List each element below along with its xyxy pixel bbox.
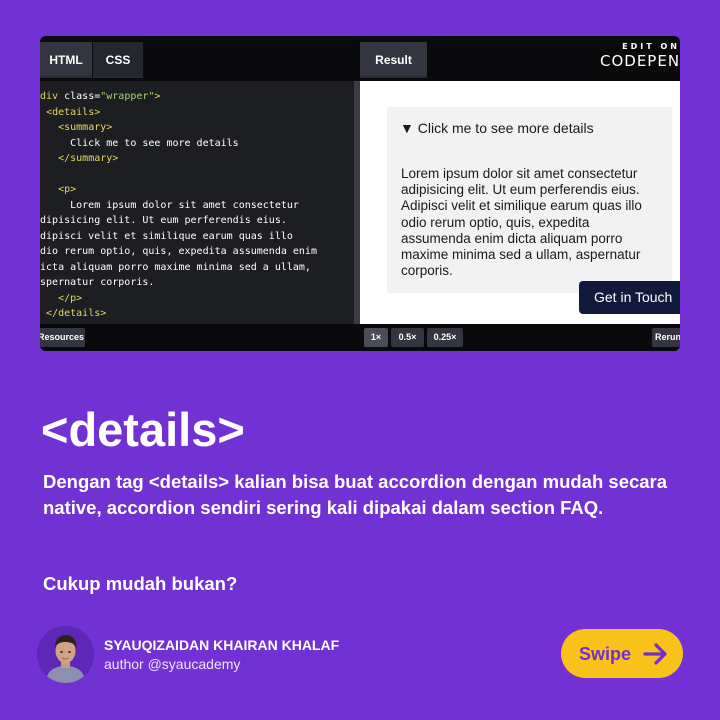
code-token: aspernatur corporis. [40, 277, 155, 288]
codepen-logo[interactable]: EDIT ON CODEPEN [598, 42, 680, 72]
code-token: > [154, 91, 161, 102]
html-code: <div class="wrapper"> <details> <summary… [40, 89, 317, 322]
code-line: <div class="wrapper"> [40, 89, 317, 105]
code-line: odio rerum optio, quis, expedita assumen… [40, 244, 317, 260]
code-line: Adipisci velit et similique earum quas i… [40, 229, 317, 245]
code-line: <summary> [40, 120, 317, 136]
code-token: </summary> [58, 153, 119, 164]
code-token: <details> [46, 106, 101, 118]
code-line: </details> [40, 306, 317, 322]
swipe-button[interactable]: Swipe [561, 629, 683, 678]
swipe-label: Swipe [579, 644, 632, 664]
codepen-embed: HTML CSS Result EDIT ON CODEPEN <div cla… [40, 36, 680, 351]
code-token: Lorem ipsum dolor sit amet consectetur [40, 199, 299, 211]
code-line: Click me to see more details [40, 136, 317, 152]
description: Dengan tag <details> kalian bisa buat ac… [43, 471, 668, 518]
author-handle: author @syaucademy [104, 656, 241, 672]
code-token: </p> [58, 292, 83, 304]
code-token: odio rerum optio, quis, expedita assumen… [40, 246, 317, 257]
html-code-pane[interactable]: <div class="wrapper"> <details> <summary… [40, 81, 354, 324]
details-paragraph: Lorem ipsum dolor sit amet consectetur a… [401, 166, 642, 279]
code-token: <summary> [58, 122, 113, 133]
avatar [37, 626, 94, 683]
zoom-half-button[interactable]: 0.5× [391, 328, 424, 347]
headline: <details> [41, 403, 245, 456]
code-token: <p> [58, 184, 77, 195]
code-line: Lorem ipsum dolor sit amet consectetur [40, 198, 317, 214]
code-line: adipisicing elit. Ut eum perferendis eiu… [40, 213, 317, 229]
code-token: class= [64, 91, 101, 102]
code-token: </details> [46, 308, 107, 319]
editor-topbar: HTML CSS Result EDIT ON CODEPEN [40, 36, 680, 81]
result-pane: ▼ Click me to see more details Lorem ips… [360, 81, 680, 324]
avatar-portrait-icon [37, 626, 94, 683]
code-line: <p> [40, 182, 317, 198]
code-line: </summary> [40, 151, 317, 167]
zoom-1x-button[interactable]: 1× [364, 328, 388, 347]
get-in-touch-button[interactable]: Get in Touch [579, 281, 680, 314]
editor-footer: Resources 1× 0.5× 0.25× Rerun [40, 324, 680, 351]
question: Cukup mudah bukan? [43, 573, 238, 594]
code-token: adipisicing elit. Ut eum perferendis eiu… [40, 215, 287, 226]
code-line: dicta aliquam porro maxime minima sed a … [40, 260, 317, 276]
code-line: aspernatur corporis. [40, 275, 317, 291]
code-token: Adipisci velit et similique earum quas i… [40, 230, 293, 242]
tab-html[interactable]: HTML [40, 42, 92, 78]
codepen-logo-name: CODEPEN [600, 52, 680, 70]
arrow-right-icon [643, 643, 667, 665]
code-token: dicta aliquam porro maxime minima sed a … [40, 261, 311, 273]
code-line: <details> [40, 105, 317, 121]
code-line: </p> [40, 291, 317, 307]
resources-button[interactable]: Resources [40, 328, 85, 347]
author-name: SYAUQIZAIDAN KHAIRAN KHALAF [104, 637, 340, 653]
details-summary[interactable]: ▼ Click me to see more details [400, 120, 594, 136]
tab-css[interactable]: CSS [93, 42, 143, 78]
codepen-logo-edit-text: EDIT ON [622, 42, 680, 51]
zoom-quarter-button[interactable]: 0.25× [427, 328, 463, 347]
tab-result[interactable]: Result [360, 42, 427, 78]
code-token: "wrapper" [100, 91, 155, 102]
code-token: Click me to see more details [40, 137, 239, 149]
details-accordion[interactable]: ▼ Click me to see more details Lorem ips… [387, 107, 672, 293]
rerun-button[interactable]: Rerun [652, 328, 680, 347]
code-token: <div [40, 91, 59, 102]
